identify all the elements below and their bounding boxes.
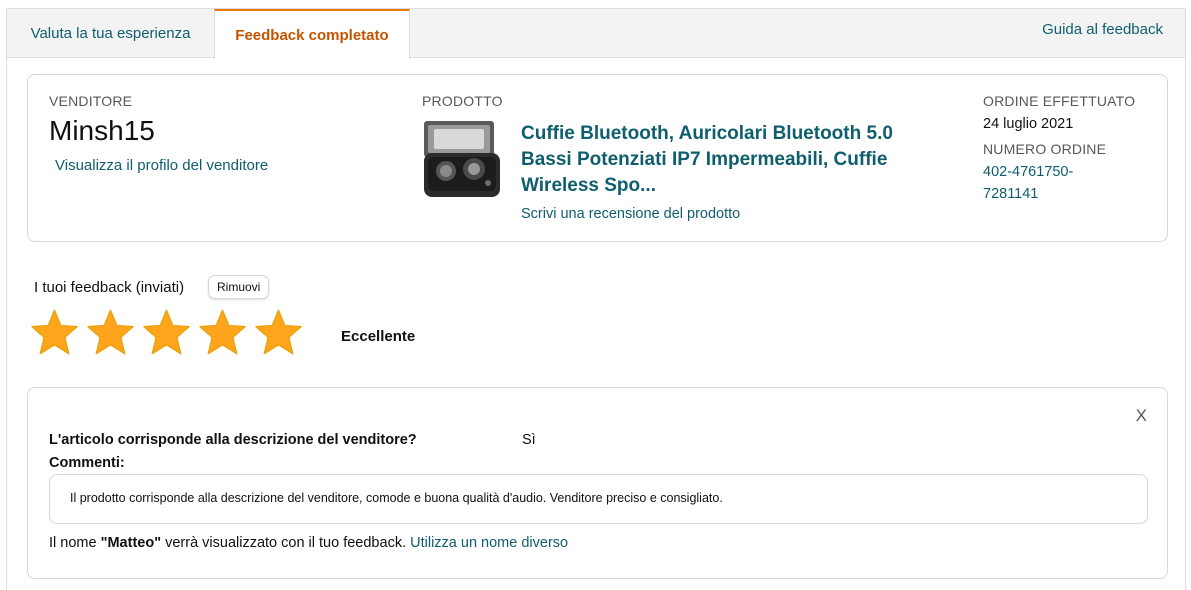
- order-number-heading: NUMERO ORDINE: [983, 141, 1107, 157]
- product-heading: PRODOTTO: [422, 93, 503, 109]
- rating-label: Eccellente: [341, 328, 416, 345]
- star-icon[interactable]: [254, 308, 303, 358]
- description-match-question: L'articolo corrisponde alla descrizione …: [49, 432, 417, 448]
- star-icon[interactable]: [86, 308, 135, 358]
- display-name: "Matteo": [100, 535, 162, 551]
- name-suffix: verrà visualizzato con il tuo feedback.: [161, 535, 411, 551]
- seller-profile-link[interactable]: Visualizza il profilo del venditore: [55, 157, 268, 174]
- star-icon[interactable]: [198, 308, 247, 358]
- feedback-details-card: X L'articolo corrisponde alla descrizion…: [27, 387, 1168, 579]
- seller-name: Minsh15: [49, 115, 155, 146]
- product-title-link[interactable]: Cuffie Bluetooth, Auricolari Bluetooth 5…: [521, 121, 921, 199]
- seller-heading: VENDITORE: [49, 93, 133, 109]
- order-summary-card: VENDITORE Minsh15 Visualizza il profilo …: [27, 74, 1168, 242]
- name-prefix: Il nome: [49, 535, 101, 551]
- seller-section: VENDITORE Minsh15 Visualizza il profilo …: [49, 93, 268, 174]
- star-icon[interactable]: [142, 308, 191, 358]
- use-different-name-link[interactable]: Utilizza un nome diverso: [410, 535, 568, 551]
- close-icon[interactable]: X: [1136, 406, 1147, 426]
- order-date: 24 luglio 2021: [983, 116, 1074, 132]
- star-icon[interactable]: [30, 308, 79, 358]
- order-number-link[interactable]: 402-4761750-7281141: [983, 161, 1103, 205]
- tab-feedback-completed[interactable]: Feedback completato: [214, 9, 410, 59]
- feedback-sent-heading: I tuoi feedback (inviati): [34, 279, 185, 296]
- description-match-answer: Sì: [522, 432, 536, 448]
- product-section: PRODOTTO Cuffie Bluetooth, Auricolari Bl…: [422, 93, 893, 222]
- display-name-line: Il nome "Matteo" verrà visualizzato con …: [49, 535, 568, 551]
- comments-label: Commenti:: [49, 455, 125, 471]
- tab-bar: Valuta la tua esperienza Feedback comple…: [7, 9, 1185, 59]
- order-section: ORDINE EFFETTUATO 24 luglio 2021 NUMERO …: [983, 93, 1153, 205]
- earbuds-case-image[interactable]: [422, 113, 502, 199]
- star-rating[interactable]: [30, 308, 303, 358]
- feedback-help-link[interactable]: Guida al feedback: [1042, 21, 1163, 38]
- remove-feedback-button[interactable]: Rimuovi: [208, 275, 270, 299]
- comment-text: Il prodotto corrisponde alla descrizione…: [49, 474, 1148, 524]
- feedback-page: Valuta la tua esperienza Feedback comple…: [6, 8, 1186, 590]
- order-placed-heading: ORDINE EFFETTUATO: [983, 93, 1136, 109]
- write-review-link[interactable]: Scrivi una recensione del prodotto: [521, 206, 821, 222]
- tab-rate-experience[interactable]: Valuta la tua esperienza: [7, 9, 214, 58]
